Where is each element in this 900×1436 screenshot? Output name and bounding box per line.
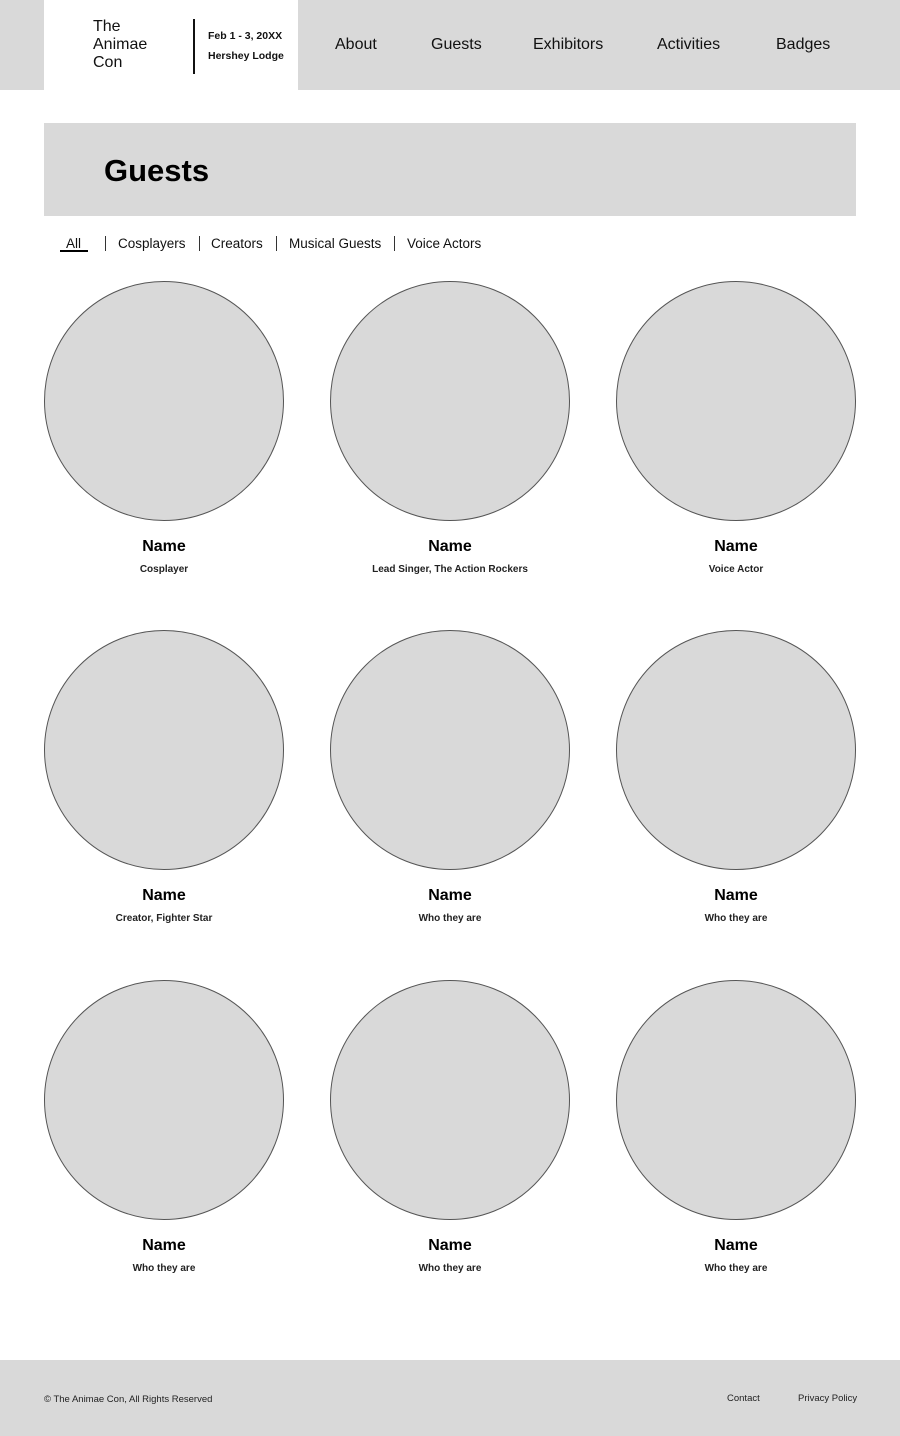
guest-photo-placeholder[interactable] [616, 281, 856, 521]
footer-link-contact[interactable]: Contact [727, 1393, 760, 1404]
site-header: The Animae Con Feb 1 - 3, 20XX Hershey L… [0, 0, 900, 90]
nav-guests[interactable]: Guests [431, 36, 482, 54]
guest-photo-placeholder[interactable] [330, 281, 570, 521]
guest-role: Cosplayer [139, 564, 189, 575]
guest-card[interactable]: Name Who they are [330, 630, 570, 925]
event-venue: Hershey Lodge [208, 50, 284, 62]
guest-card[interactable]: Name Who they are [616, 630, 856, 925]
guest-photo-placeholder[interactable] [44, 281, 284, 521]
site-logo-title[interactable]: The Animae Con [93, 18, 173, 72]
guest-photo-placeholder[interactable] [330, 630, 570, 870]
logo-block[interactable]: The Animae Con Feb 1 - 3, 20XX Hershey L… [44, 0, 298, 90]
guest-name: Name [428, 1237, 472, 1254]
nav-badges[interactable]: Badges [776, 36, 830, 54]
guest-card[interactable]: Name Who they are [616, 980, 856, 1275]
guest-name: Name [142, 538, 186, 555]
guest-name: Name [714, 887, 758, 904]
nav-exhibitors[interactable]: Exhibitors [533, 36, 603, 54]
guest-role: Lead Singer, The Action Rockers [372, 564, 528, 575]
logo-divider [193, 19, 195, 74]
guest-role: Voice Actor [708, 564, 764, 575]
footer-link-privacy-policy[interactable]: Privacy Policy [798, 1393, 857, 1404]
filter-tab-creators[interactable]: Creators [211, 236, 263, 251]
guest-photo-placeholder[interactable] [330, 980, 570, 1220]
guest-role: Who they are [418, 913, 482, 924]
filter-separator [276, 236, 277, 251]
filter-separator [394, 236, 395, 251]
guest-name: Name [428, 887, 472, 904]
guest-card[interactable]: Name Lead Singer, The Action Rockers [330, 281, 570, 576]
active-tab-indicator [60, 250, 88, 252]
event-date: Feb 1 - 3, 20XX [208, 30, 283, 42]
filter-tab-all[interactable]: All [66, 236, 81, 251]
guest-card[interactable]: Name Creator, Fighter Star [44, 630, 284, 925]
main-nav: About Guests Exhibitors Activities Badge… [298, 0, 900, 90]
guest-role: Who they are [418, 1263, 482, 1274]
guest-photo-placeholder[interactable] [44, 630, 284, 870]
guest-role: Who they are [704, 1263, 768, 1274]
guest-role: Creator, Fighter Star [115, 913, 213, 924]
guest-name: Name [714, 1237, 758, 1254]
copyright-text: © The Animae Con, All Rights Reserved [44, 1394, 213, 1405]
filter-tab-cosplayers[interactable]: Cosplayers [118, 236, 186, 251]
nav-about[interactable]: About [335, 36, 377, 54]
guest-name: Name [142, 1237, 186, 1254]
filter-separator [105, 236, 106, 251]
guest-card[interactable]: Name Who they are [44, 980, 284, 1275]
guest-name: Name [714, 538, 758, 555]
site-footer: © The Animae Con, All Rights Reserved Co… [0, 1360, 900, 1436]
nav-activities[interactable]: Activities [657, 36, 720, 54]
filter-tab-voice-actors[interactable]: Voice Actors [407, 236, 481, 251]
guest-name: Name [428, 538, 472, 555]
guest-photo-placeholder[interactable] [616, 980, 856, 1220]
guest-role: Who they are [132, 1263, 196, 1274]
filter-tab-musical-guests[interactable]: Musical Guests [289, 236, 381, 251]
guest-photo-placeholder[interactable] [44, 980, 284, 1220]
guest-card[interactable]: Name Cosplayer [44, 281, 284, 576]
guest-photo-placeholder[interactable] [616, 630, 856, 870]
page-banner: Guests [44, 123, 856, 216]
guest-card[interactable]: Name Who they are [330, 980, 570, 1275]
guest-card[interactable]: Name Voice Actor [616, 281, 856, 576]
guest-name: Name [142, 887, 186, 904]
filter-separator [199, 236, 200, 251]
page-title: Guests [104, 153, 210, 188]
guest-role: Who they are [704, 913, 768, 924]
